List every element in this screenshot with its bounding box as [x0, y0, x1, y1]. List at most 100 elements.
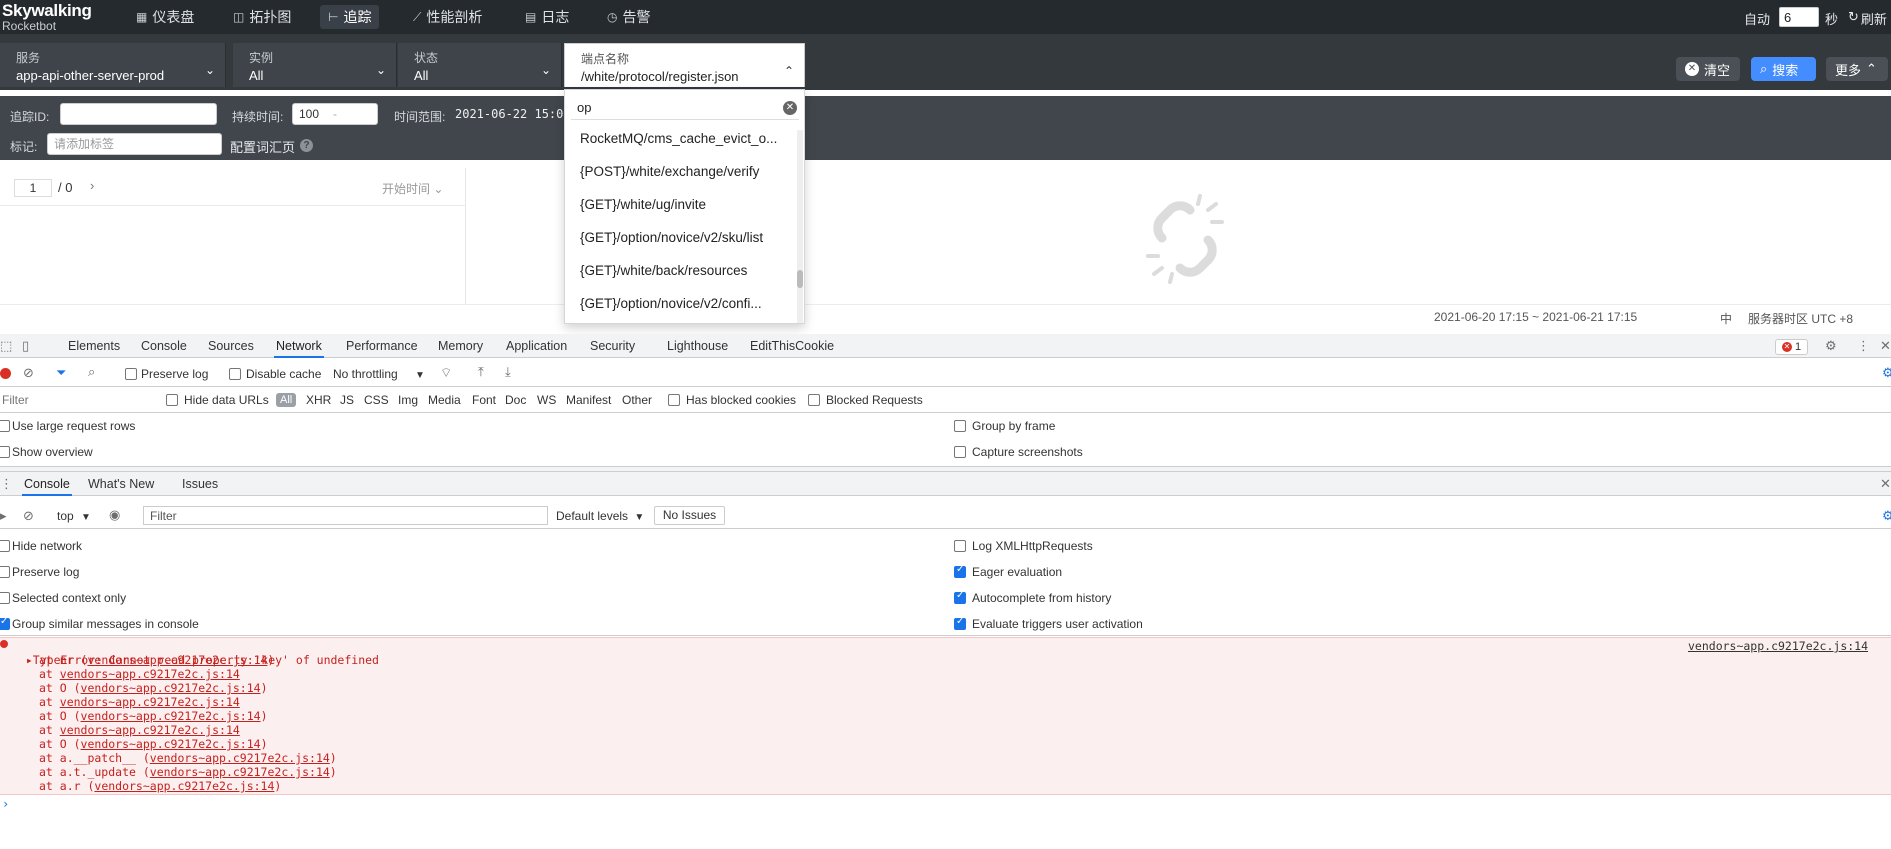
issues-button[interactable]: No Issues [654, 506, 725, 525]
tab-security[interactable]: Security [588, 334, 637, 358]
preserve-log-checkbox[interactable] [125, 368, 137, 383]
network-conditions-icon[interactable]: ⌔ [440, 365, 452, 381]
service-select[interactable]: 服务 app-api-other-server-prod ⌄ [0, 43, 226, 87]
endpoint-option[interactable]: {POST}/white/exchange/verify [565, 155, 797, 188]
tab-performance[interactable]: Performance [344, 334, 420, 358]
endpoint-option[interactable]: {GET}/option/novice/v2/confi... [565, 287, 797, 320]
autocomplete-checkbox[interactable] [954, 590, 966, 607]
search-button[interactable]: ⌕ 搜索 [1751, 57, 1816, 81]
tab-elements[interactable]: Elements [66, 334, 122, 358]
drawer-tab-console[interactable]: Console [22, 472, 72, 496]
nav-item-alarm[interactable]: ◷ 告警 [599, 5, 658, 29]
drawer-tab-whats-new[interactable]: What's New [86, 472, 156, 496]
stack-link[interactable]: vendors~app.c9217e2c.js:14 [94, 779, 274, 793]
stack-link[interactable]: vendors~app.c9217e2c.js:14 [60, 695, 240, 709]
disable-cache-checkbox[interactable] [229, 368, 241, 383]
clear-log-icon[interactable]: ⊘ [23, 365, 34, 381]
inspect-icon[interactable]: ⬚ [0, 338, 12, 354]
close-icon[interactable]: ✕ [1880, 338, 1891, 354]
device-toggle-icon[interactable]: ▯ [22, 338, 29, 354]
sort-start-time[interactable]: 开始时间 ⌄ [382, 180, 443, 197]
instance-select[interactable]: 实例 All ⌄ [233, 43, 397, 87]
nav-item-profile[interactable]: ⟋ 性能剖析 [405, 5, 490, 29]
selected-context-checkbox[interactable] [0, 592, 10, 607]
duration-input[interactable]: 100 - [292, 103, 378, 125]
group-similar-checkbox[interactable] [0, 616, 10, 633]
type-filter-manifest[interactable]: Manifest [566, 393, 611, 407]
type-filter-media[interactable]: Media [428, 393, 461, 407]
hide-data-urls-checkbox[interactable] [166, 394, 178, 409]
endpoint-select[interactable]: 端点名称 /white/protocol/register.json ⌃ [564, 43, 805, 87]
blocked-cookies-checkbox[interactable] [668, 394, 680, 409]
footer-time-range[interactable]: 2021-06-20 17:15 ~ 2021-06-21 17:15 [1434, 310, 1637, 324]
tab-application[interactable]: Application [504, 334, 569, 358]
type-filter-all[interactable]: All [276, 392, 297, 407]
endpoint-search-input[interactable] [571, 96, 799, 120]
clear-button[interactable]: ✕ 清空 [1676, 57, 1740, 81]
stack-link[interactable]: vendors~app.c9217e2c.js:14 [87, 653, 267, 667]
console-prompt[interactable]: › [2, 797, 9, 811]
gear-icon[interactable]: ⚙ [1825, 338, 1837, 354]
log-xhr-checkbox[interactable] [954, 540, 966, 555]
clear-console-icon[interactable]: ⊘ [23, 508, 34, 524]
network-filter-input[interactable] [0, 390, 155, 409]
tab-network[interactable]: Network [274, 334, 324, 358]
levels-select[interactable]: Default levels ▼ [556, 509, 644, 523]
more-button[interactable]: 更多 ⌃ [1826, 57, 1888, 81]
type-filter-js[interactable]: JS [340, 393, 354, 407]
tab-sources[interactable]: Sources [206, 334, 256, 358]
record-icon[interactable] [0, 368, 11, 379]
capture-screenshots-checkbox[interactable] [954, 446, 966, 461]
nav-item-log[interactable]: ▤ 日志 [517, 5, 577, 29]
vocab-link[interactable]: 配置词汇页 [230, 137, 295, 156]
refresh-button[interactable]: ↻ 刷新 [1848, 9, 1887, 28]
auto-refresh-input[interactable] [1779, 7, 1819, 27]
help-icon[interactable]: ? [300, 139, 313, 152]
endpoint-option[interactable]: {GET}/white/back/resources [565, 254, 797, 287]
more-vert-icon[interactable]: ⋮ [1857, 338, 1870, 354]
upload-icon[interactable]: ⤒ [478, 364, 484, 380]
nav-item-dashboard[interactable]: ▦ 仪表盘 [128, 5, 202, 29]
stack-link[interactable]: vendors~app.c9217e2c.js:14 [150, 765, 330, 779]
eye-icon[interactable]: ◉ [109, 507, 120, 523]
tab-memory[interactable]: Memory [436, 334, 485, 358]
hide-network-checkbox[interactable] [0, 540, 10, 555]
console-preserve-log-checkbox[interactable] [0, 566, 10, 581]
type-filter-other[interactable]: Other [622, 393, 652, 407]
clear-icon[interactable]: ✕ [783, 101, 797, 115]
trace-id-input[interactable] [60, 103, 217, 125]
stack-link[interactable]: vendors~app.c9217e2c.js:14 [60, 723, 240, 737]
search-icon[interactable]: ⌕ [88, 364, 95, 380]
throttling-select[interactable]: No throttling ▼ [333, 367, 425, 381]
endpoint-option[interactable]: {GET}/white/ug/invite [565, 188, 797, 221]
blocked-requests-checkbox[interactable] [808, 394, 820, 409]
type-filter-img[interactable]: Img [398, 393, 418, 407]
type-filter-ws[interactable]: WS [537, 393, 556, 407]
download-icon[interactable]: ⤓ [505, 364, 511, 380]
error-count-badge[interactable]: ✕ 1 [1775, 339, 1808, 355]
type-filter-xhr[interactable]: XHR [306, 393, 331, 407]
stack-link[interactable]: vendors~app.c9217e2c.js:14 [150, 751, 330, 765]
type-filter-css[interactable]: CSS [364, 393, 389, 407]
group-frame-checkbox[interactable] [954, 420, 966, 435]
brand-logo[interactable]: Skywalking Rocketbot [2, 2, 112, 34]
large-rows-checkbox[interactable] [0, 420, 10, 435]
endpoint-option[interactable]: {GET}/option/novice/v2/sku/list [565, 221, 797, 254]
nav-item-trace[interactable]: ⊢ 追踪 [320, 5, 380, 29]
network-settings-icon[interactable]: ⚙ [1882, 365, 1891, 381]
stack-link[interactable]: vendors~app.c9217e2c.js:14 [81, 681, 261, 695]
endpoint-option[interactable]: RocketMQ/cms_cache_evict_o... [565, 122, 797, 155]
type-filter-font[interactable]: Font [472, 393, 496, 407]
status-select[interactable]: 状态 All ⌄ [398, 43, 562, 87]
close-icon[interactable]: ✕ [1880, 476, 1891, 492]
drawer-tab-issues[interactable]: Issues [180, 472, 220, 496]
tab-console[interactable]: Console [139, 334, 189, 358]
tag-input[interactable] [47, 133, 222, 155]
language-toggle[interactable]: 中 [1720, 310, 1732, 327]
filter-icon[interactable]: ⏷ [56, 365, 66, 381]
eval-triggers-checkbox[interactable] [954, 616, 966, 633]
scrollbar-track[interactable] [797, 130, 803, 323]
sidebar-toggle-icon[interactable]: ▸ [0, 508, 7, 524]
eager-eval-checkbox[interactable] [954, 564, 966, 581]
drawer-menu-icon[interactable]: ⋮ [0, 476, 13, 492]
